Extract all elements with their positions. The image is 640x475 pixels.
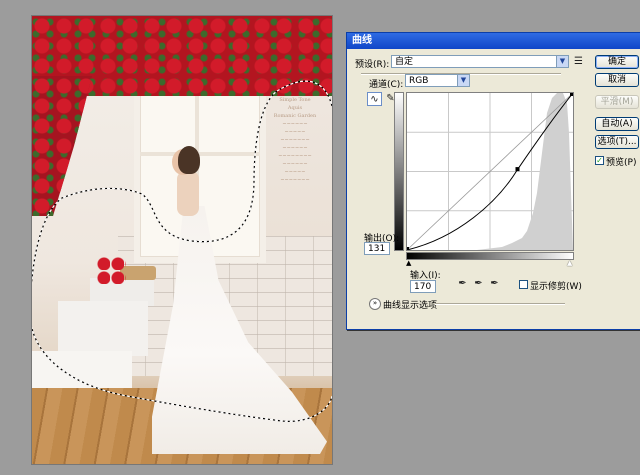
chevron-down-icon: ▼ (457, 75, 469, 86)
cancel-button[interactable]: 取消 (595, 73, 639, 87)
chevron-down-icon: ▼ (556, 56, 568, 67)
preset-select[interactable]: 自定 ▼ (391, 55, 569, 68)
curve-endpoint-white[interactable] (570, 93, 573, 96)
output-gradient-bar (394, 92, 404, 251)
options-button[interactable]: 选项(T)... (595, 135, 639, 149)
curve-control-point[interactable] (515, 167, 520, 172)
preset-label: 预设(R): (355, 60, 390, 70)
white-point-slider-icon[interactable]: ▲ (567, 259, 572, 267)
chevron-double-down-icon[interactable]: » (369, 298, 381, 310)
input-gradient-bar (406, 252, 574, 260)
curves-dialog: 曲线 预设(R): 自定 ▼ ☰ 通道(C): RGB ▼ ∿ ✎ ▲ ▲ 输出… (346, 32, 640, 330)
eyedropper-gray-icon[interactable]: ✒ (471, 277, 486, 291)
curve-graph[interactable] (406, 92, 574, 251)
black-point-slider-icon[interactable]: ▲ (406, 259, 411, 267)
output-field[interactable]: 131 (364, 242, 390, 255)
channel-value: RGB (409, 76, 429, 86)
eyedropper-white-icon[interactable]: ✒ (487, 277, 502, 291)
preview-checkbox[interactable]: ✓ (595, 156, 604, 165)
curve-endpoint-black[interactable] (406, 247, 409, 250)
eyedropper-black-icon[interactable]: ✒ (455, 277, 470, 291)
preview-label: 预览(P) (606, 158, 637, 168)
input-field[interactable]: 170 (410, 280, 436, 293)
photo-canvas[interactable]: Simple Tone Aquis Romanic Garden ~~~~~~ … (31, 15, 333, 465)
curve-display-options-label[interactable]: 曲线显示选项 (383, 298, 437, 311)
dialog-titlebar[interactable]: 曲线 (347, 33, 640, 49)
preset-value: 自定 (395, 57, 414, 67)
show-clipping-checkbox[interactable] (519, 280, 528, 289)
curve-svg (406, 92, 574, 251)
show-clipping-label: 显示修剪(W) (530, 282, 582, 292)
channel-label: 通道(C): (369, 80, 404, 90)
smooth-button[interactable]: 平滑(M) (595, 95, 639, 109)
selection-marquee (32, 80, 332, 422)
curve-edit-icon[interactable]: ∿ (367, 92, 382, 106)
channel-select[interactable]: RGB ▼ (405, 74, 470, 87)
list-menu-icon[interactable]: ☰ (571, 55, 586, 69)
dialog-title: 曲线 (352, 35, 372, 46)
options-separator (435, 303, 565, 305)
ok-button[interactable]: 确定 (595, 55, 639, 69)
auto-button[interactable]: 自动(A) (595, 117, 639, 131)
